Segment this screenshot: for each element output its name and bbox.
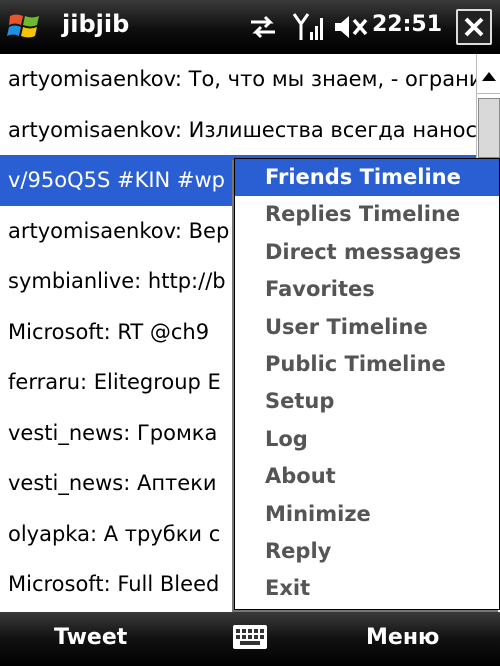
menu-item-friends-timeline[interactable]: Friends Timeline	[235, 159, 499, 197]
volume-mute-icon[interactable]	[332, 12, 372, 42]
menu-item-exit[interactable]: Exit	[235, 570, 499, 607]
menu-item-log[interactable]: Log	[235, 421, 499, 458]
keyboard-icon[interactable]	[232, 624, 268, 650]
menu-item-replies-timeline[interactable]: Replies Timeline	[235, 196, 499, 233]
menu-item-setup[interactable]: Setup	[235, 383, 499, 420]
menu-item-favorites[interactable]: Favorites	[235, 271, 499, 308]
title-bar: jibjib 22:51	[0, 0, 500, 54]
signal-icon[interactable]	[292, 10, 326, 44]
menu-item-direct-messages[interactable]: Direct messages	[235, 234, 499, 271]
arrow-up-icon	[482, 72, 496, 81]
tweet-softkey[interactable]: Tweet	[54, 625, 127, 650]
menu-softkey[interactable]: Меню	[366, 625, 439, 650]
clock[interactable]: 22:51	[372, 12, 442, 37]
menu-item-user-timeline[interactable]: User Timeline	[235, 309, 499, 346]
close-icon	[464, 17, 484, 37]
tweet-row[interactable]: artyomisaenkov: Излишества всегда нанося	[0, 105, 476, 156]
menu-item-reply[interactable]: Reply	[235, 533, 499, 570]
menu-item-about[interactable]: About	[235, 458, 499, 495]
connectivity-icon[interactable]	[248, 12, 278, 42]
close-button[interactable]	[456, 9, 492, 45]
windows-start-icon[interactable]	[4, 6, 46, 48]
scroll-up-button[interactable]	[477, 60, 500, 94]
scroll-thumb[interactable]	[478, 98, 500, 158]
tweet-row[interactable]: artyomisaenkov: То, что мы знаем, - огра…	[0, 54, 476, 105]
popup-menu: Friends Timeline Replies Timeline Direct…	[234, 158, 500, 610]
menu-item-public-timeline[interactable]: Public Timeline	[235, 346, 499, 383]
app-title: jibjib	[62, 10, 130, 38]
menu-item-minimize[interactable]: Minimize	[235, 496, 499, 533]
softkey-bar: Tweet Меню	[0, 612, 500, 666]
